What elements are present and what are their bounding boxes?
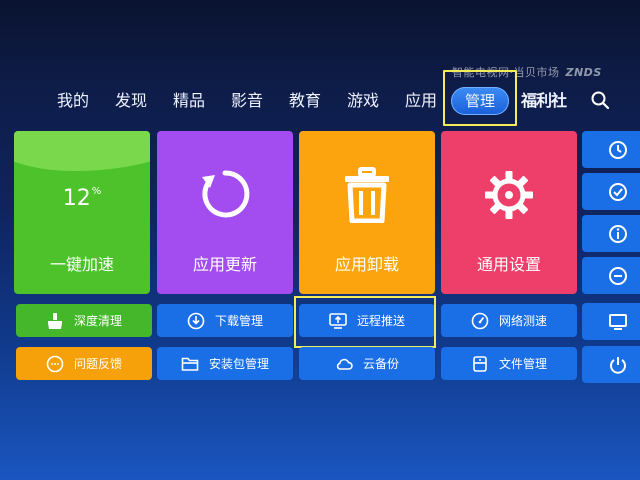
network-speed-test-button[interactable]: 网络测速 bbox=[441, 304, 577, 337]
memory-percent: 12% bbox=[14, 186, 150, 211]
top-nav: 我的 发现 精品 影音 教育 游戏 应用 管理 福利社 bbox=[0, 83, 640, 119]
clock-icon bbox=[609, 141, 627, 159]
package-manager-button[interactable]: 安装包管理 bbox=[157, 347, 293, 380]
edge-tile-5[interactable] bbox=[582, 303, 640, 340]
feedback-label: 问题反馈 bbox=[73, 357, 122, 371]
nav-tab-media[interactable]: 影音 bbox=[231, 83, 263, 119]
speedometer-icon bbox=[471, 312, 489, 329]
deep-clean-button[interactable]: 深度清理 bbox=[16, 304, 152, 337]
cloud-backup-button[interactable]: 云备份 bbox=[299, 347, 435, 380]
memory-percent-value: 12 bbox=[62, 186, 91, 211]
refresh-icon bbox=[202, 170, 250, 218]
folder-icon bbox=[181, 357, 199, 371]
feedback-button[interactable]: 问题反馈 bbox=[16, 347, 152, 380]
edge-tile-3[interactable] bbox=[582, 215, 640, 252]
edge-tile-2[interactable] bbox=[582, 173, 640, 210]
download-icon bbox=[187, 312, 205, 329]
check-circle-icon bbox=[609, 183, 627, 201]
button-focus-highlight bbox=[294, 296, 436, 348]
tile-speedup[interactable]: 12% 一键加速 bbox=[14, 131, 150, 294]
nav-tab-discover[interactable]: 发现 bbox=[115, 83, 147, 119]
nav-focus-highlight bbox=[443, 70, 517, 126]
tv-icon bbox=[609, 314, 627, 330]
cloud-icon bbox=[336, 358, 353, 370]
tile-app-update-label: 应用更新 bbox=[192, 255, 257, 274]
package-manager-label: 安装包管理 bbox=[208, 357, 269, 371]
nav-tab-education[interactable]: 教育 bbox=[289, 83, 321, 119]
download-manager-label: 下载管理 bbox=[214, 314, 263, 328]
tile-app-uninstall-label: 应用卸载 bbox=[334, 255, 399, 274]
chat-icon bbox=[46, 355, 64, 372]
download-manager-button[interactable]: 下载管理 bbox=[157, 304, 293, 337]
cloud-backup-label: 云备份 bbox=[362, 357, 399, 371]
memory-percent-unit: % bbox=[91, 186, 102, 197]
edge-tile-1[interactable] bbox=[582, 131, 640, 168]
minus-circle-icon bbox=[609, 267, 627, 285]
broom-icon bbox=[47, 312, 62, 329]
nav-tab-mine[interactable]: 我的 bbox=[57, 83, 89, 119]
tile-speedup-label: 一键加速 bbox=[49, 255, 114, 274]
edge-tile-6[interactable] bbox=[582, 346, 640, 383]
deep-clean-label: 深度清理 bbox=[73, 314, 122, 328]
tile-decoration bbox=[14, 131, 150, 171]
gear-icon bbox=[485, 171, 533, 219]
nav-tab-apps[interactable]: 应用 bbox=[405, 83, 437, 119]
watermark-brand: ZNDS bbox=[565, 66, 602, 79]
network-speed-test-label: 网络测速 bbox=[498, 314, 547, 328]
file-manager-label: 文件管理 bbox=[498, 357, 547, 371]
nav-tab-featured[interactable]: 精品 bbox=[173, 83, 205, 119]
trash-icon bbox=[345, 167, 389, 223]
tile-app-uninstall[interactable]: 应用卸载 bbox=[299, 131, 435, 294]
nav-tab-welfare[interactable]: 福利社 bbox=[521, 83, 567, 119]
file-manager-button[interactable]: 文件管理 bbox=[441, 347, 577, 380]
power-icon bbox=[610, 357, 626, 374]
tile-general-settings-label: 通用设置 bbox=[476, 255, 541, 274]
nav-tab-games[interactable]: 游戏 bbox=[347, 83, 379, 119]
search-icon[interactable] bbox=[590, 90, 610, 110]
file-icon bbox=[473, 355, 487, 372]
edge-tile-4[interactable] bbox=[582, 257, 640, 294]
info-icon bbox=[609, 225, 627, 243]
tile-general-settings[interactable]: 通用设置 bbox=[441, 131, 577, 294]
tile-app-update[interactable]: 应用更新 bbox=[157, 131, 293, 294]
